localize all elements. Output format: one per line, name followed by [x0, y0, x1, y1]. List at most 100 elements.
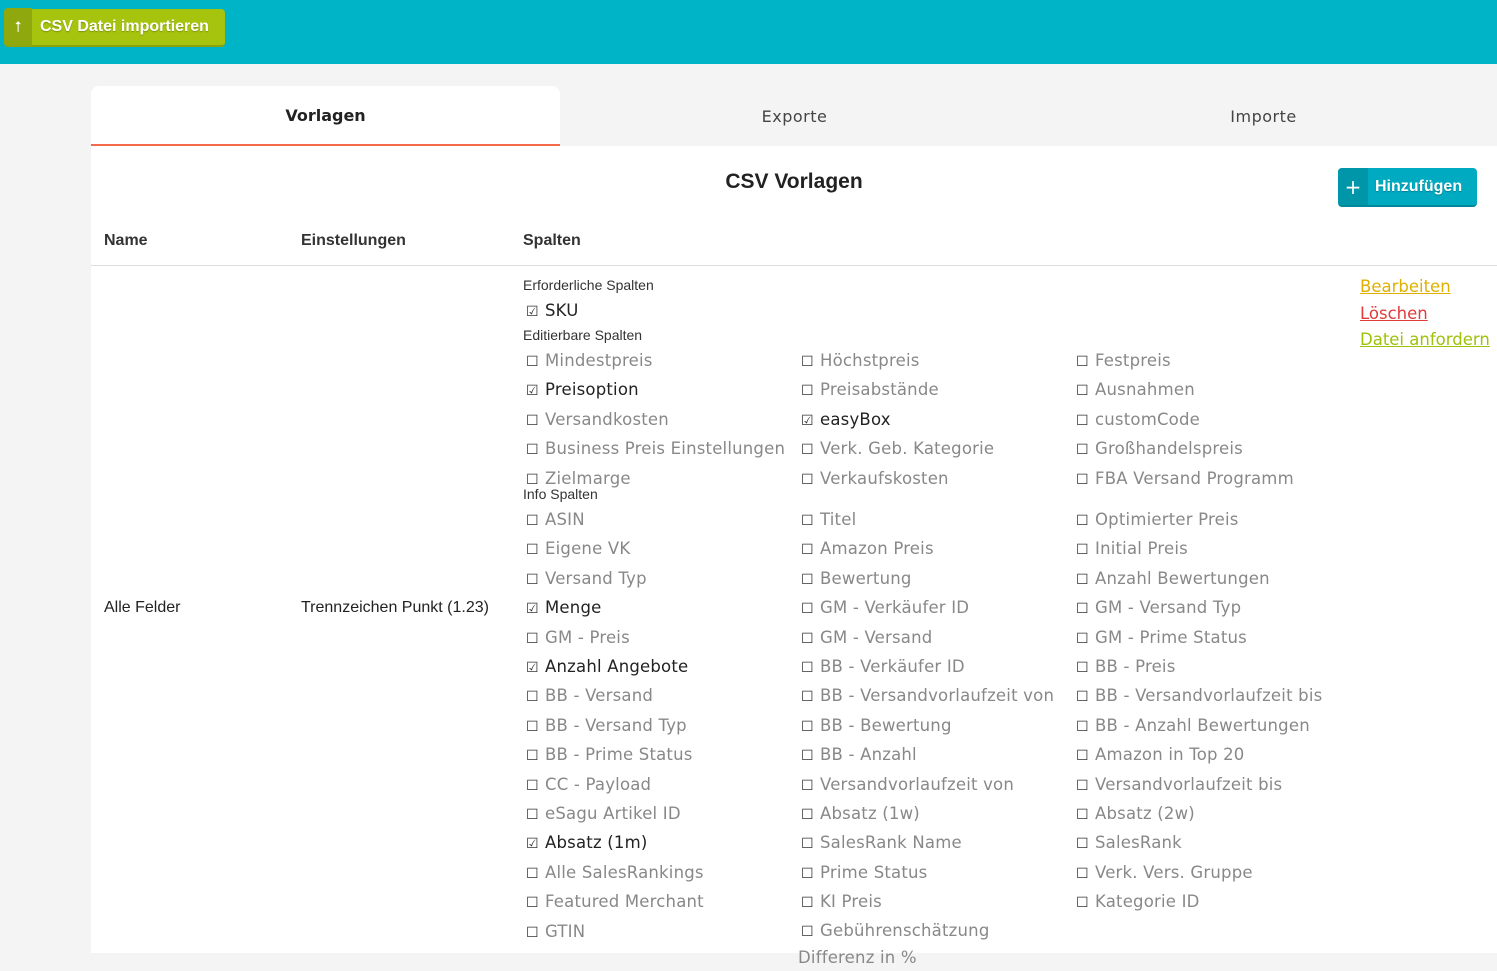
plus-icon: +: [1338, 168, 1368, 205]
column-option-label: Versandkosten: [545, 409, 669, 429]
column-option: ☐ Prime Status: [798, 859, 1073, 888]
unchecked-box-icon: ☐: [801, 865, 814, 882]
column-option: ☐ Amazon Preis: [798, 535, 1073, 564]
column-option: ☑ Preisoption: [523, 376, 798, 405]
unchecked-box-icon: ☐: [801, 660, 814, 677]
column-option-label: ASIN: [545, 510, 585, 529]
unchecked-box-icon: ☐: [1076, 630, 1089, 647]
column-option-label: Gebührenschätzung Differenz in %: [798, 920, 990, 967]
column-option-label: Prime Status: [820, 862, 928, 882]
column-option-label: Menge: [545, 598, 602, 618]
unchecked-box-icon: ☐: [801, 718, 814, 735]
column-option-label: GTIN: [545, 921, 586, 941]
column-option-label: Preisoption: [545, 380, 639, 400]
column-option: ☐ BB - Versand Typ: [523, 712, 798, 741]
unchecked-box-icon: ☐: [801, 601, 814, 618]
column-option-label: Ausnahmen: [1095, 380, 1195, 400]
column-option: ☐ eSagu Artikel ID: [523, 800, 798, 829]
column-option: ☐ Großhandelspreis: [1073, 435, 1348, 464]
info-columns: ☐ ASIN ☐ Eigene VK ☐ Versand Typ ☑ Menge ☐ GM - P…: [523, 506, 1353, 971]
unchecked-box-icon: ☐: [1076, 660, 1089, 677]
unchecked-box-icon: ☐: [526, 412, 539, 429]
header-divider: [91, 265, 1497, 266]
column-option: ☐ Gebührenschätzung Differenz in %: [798, 918, 1068, 971]
unchecked-box-icon: ☐: [526, 748, 539, 765]
column-option: ☐ GM - Preis: [523, 624, 798, 653]
column-option: ☐ Versand Typ: [523, 565, 798, 594]
tab-vorlagen[interactable]: Vorlagen: [91, 86, 560, 146]
template-settings: Trennzeichen Punkt (1.23): [301, 599, 489, 616]
column-option-label: Business Preis Einstellungen: [545, 439, 786, 459]
column-option-label: Zielmarge: [545, 468, 631, 488]
delete-link[interactable]: Löschen: [1360, 304, 1428, 323]
column-option-label: Verk. Vers. Gruppe: [1095, 862, 1253, 882]
unchecked-box-icon: ☐: [801, 542, 814, 559]
unchecked-box-icon: ☐: [1076, 412, 1089, 429]
header-settings: Einstellungen: [301, 232, 406, 249]
column-option-label: Verkaufskosten: [820, 468, 949, 488]
unchecked-box-icon: ☐: [526, 513, 539, 529]
unchecked-box-icon: ☐: [526, 442, 539, 459]
column-option: ☐ BB - Bewertung: [798, 712, 1073, 741]
unchecked-box-icon: ☐: [801, 630, 814, 647]
add-template-button[interactable]: + Hinzufügen: [1338, 168, 1477, 207]
column-option: ☐ BB - Versandvorlaufzeit von: [798, 682, 1073, 711]
column-option-label: BB - Versand Typ: [545, 715, 687, 735]
tab-importe[interactable]: Importe: [1029, 86, 1497, 146]
column-option: ☐ Preisabstände: [798, 376, 1073, 405]
unchecked-box-icon: ☐: [801, 895, 814, 912]
unchecked-box-icon: ☐: [526, 542, 539, 559]
checked-box-icon: ☑: [526, 660, 539, 677]
column-option-label: Absatz (2w): [1095, 804, 1195, 824]
required-columns-label: Erforderliche Spalten: [523, 277, 654, 293]
import-csv-button[interactable]: ⭡ CSV Datei importieren: [4, 8, 225, 47]
column-option-label: Mindestpreis: [545, 351, 653, 370]
column-option: ☐ GTIN: [523, 918, 798, 947]
panel-title: CSV Vorlagen: [725, 170, 863, 193]
column-option: ☐ Eigene VK: [523, 535, 798, 564]
column-option-label: Initial Preis: [1095, 539, 1188, 559]
column-option: ☐ CC - Payload: [523, 771, 798, 800]
column-option-label: Versandvorlaufzeit bis: [1095, 774, 1283, 794]
templates-card: Vorlagen Exporte Importe CSV Vorlagen + …: [91, 86, 1497, 967]
column-option-label: Eigene VK: [545, 539, 631, 559]
unchecked-box-icon: ☐: [526, 777, 539, 794]
column-option-label: GM - Versand Typ: [1095, 598, 1242, 618]
column-option: ☐ SalesRank Name: [798, 829, 1073, 858]
unchecked-box-icon: ☐: [1076, 895, 1089, 912]
column-option-label: BB - Versandvorlaufzeit von: [820, 686, 1055, 706]
column-option: ☐ GM - Versand Typ: [1073, 594, 1348, 623]
column-option: ☐ BB - Preis: [1073, 653, 1348, 682]
unchecked-box-icon: ☐: [801, 513, 814, 529]
column-option-label: Optimierter Preis: [1095, 510, 1239, 529]
header-columns: Spalten: [523, 232, 581, 249]
column-option-label: BB - Versandvorlaufzeit bis: [1095, 686, 1323, 706]
request-file-link[interactable]: Datei anfordern: [1360, 330, 1490, 349]
column-option-label: Versand Typ: [545, 568, 647, 588]
edit-link[interactable]: Bearbeiten: [1360, 277, 1451, 296]
import-csv-label: CSV Datei importieren: [40, 18, 209, 35]
unchecked-box-icon: ☐: [1076, 542, 1089, 559]
column-option-label: Absatz (1w): [820, 804, 920, 824]
checked-box-icon: ☑: [801, 412, 814, 429]
unchecked-box-icon: ☐: [1076, 471, 1089, 488]
tab-exporte[interactable]: Exporte: [560, 86, 1029, 146]
column-option: ☐ Versandkosten: [523, 406, 798, 435]
column-option-label: Versandvorlaufzeit von: [820, 774, 1015, 794]
column-option: ☐ Versandvorlaufzeit von: [798, 771, 1073, 800]
column-option-label: KI Preis: [820, 892, 882, 912]
column-option: ☐ Verkaufskosten: [798, 465, 1073, 494]
info-columns-label: Info Spalten: [523, 486, 598, 502]
unchecked-box-icon: ☐: [801, 442, 814, 459]
column-option-label: FBA Versand Programm: [1095, 468, 1294, 488]
unchecked-box-icon: ☐: [1076, 513, 1089, 529]
unchecked-box-icon: ☐: [526, 718, 539, 735]
column-option-label: Anzahl Angebote: [545, 657, 689, 677]
column-option-label: eSagu Artikel ID: [545, 804, 681, 824]
column-option-label: GM - Preis: [545, 627, 630, 647]
unchecked-box-icon: ☐: [1076, 354, 1089, 370]
unchecked-box-icon: ☐: [1076, 442, 1089, 459]
column-option: ☐ Anzahl Bewertungen: [1073, 565, 1348, 594]
column-option: ☐ KI Preis: [798, 888, 1073, 917]
column-option: ☐ SalesRank: [1073, 829, 1348, 858]
